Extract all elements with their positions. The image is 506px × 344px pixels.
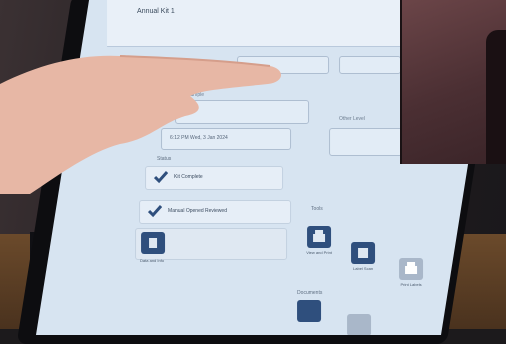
- hand: [0, 55, 282, 194]
- document-tile[interactable]: [297, 300, 322, 322]
- print-tile[interactable]: [307, 226, 332, 248]
- scan-tile-label: Label Scan: [353, 266, 374, 271]
- top-button[interactable]: [339, 56, 402, 74]
- document-tile-2[interactable]: [347, 314, 372, 335]
- tools-section-label: Tools: [311, 206, 323, 212]
- header-title: Annual Kit 1: [137, 8, 175, 15]
- inset-shadow-figure: [486, 30, 506, 164]
- print-labels-tile[interactable]: [399, 258, 424, 280]
- check-row-manual[interactable]: Manual Opened Reviewed: [139, 200, 292, 224]
- other-level-label: Other Level: [339, 116, 365, 122]
- data-info-tile[interactable]: [141, 232, 166, 254]
- print-tile-label: View and Print: [306, 250, 332, 255]
- check-label: Manual Opened Reviewed: [168, 208, 227, 214]
- print-labels-label: Print Labels: [400, 282, 422, 287]
- camera-inset: [400, 0, 506, 164]
- checkmark-icon: [147, 204, 163, 218]
- documents-section-label: Documents: [297, 290, 323, 296]
- scan-tile[interactable]: [351, 242, 376, 264]
- data-info-label: Data and Info: [140, 258, 165, 263]
